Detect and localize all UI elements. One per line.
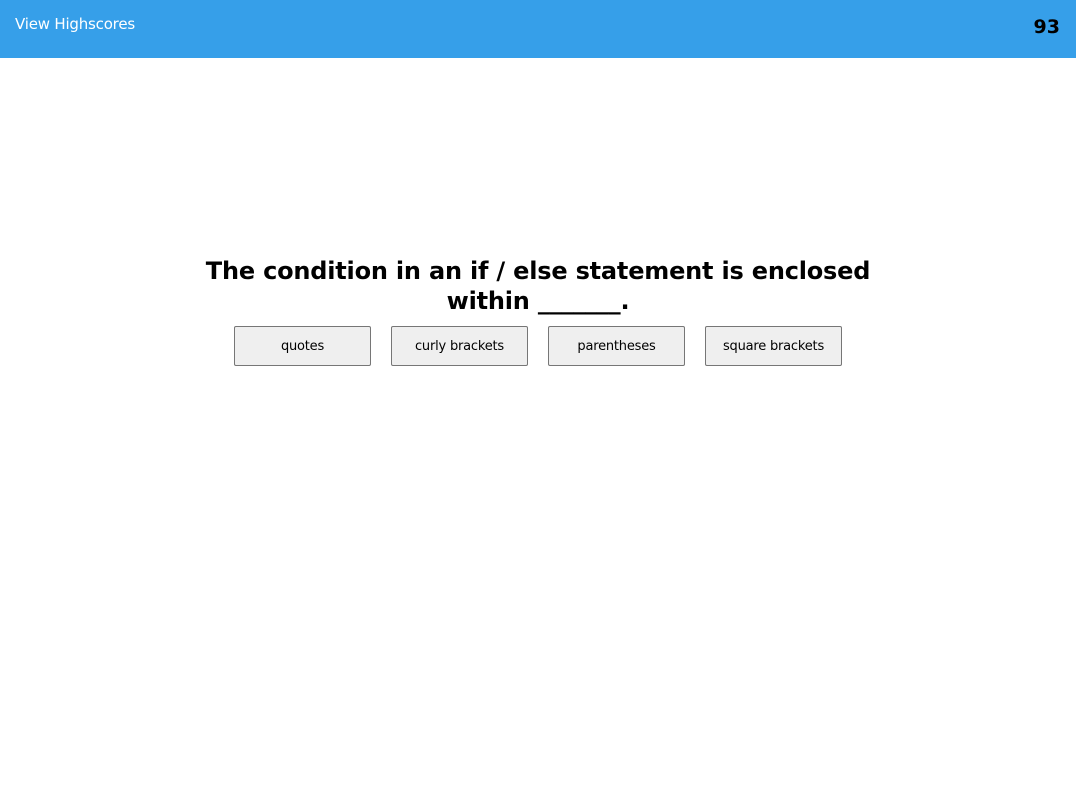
- answer-button-parentheses[interactable]: parentheses: [548, 326, 685, 366]
- view-highscores-link[interactable]: View Highscores: [15, 15, 135, 33]
- answer-button-curly-brackets[interactable]: curly brackets: [391, 326, 528, 366]
- top-bar: View Highscores 93: [0, 0, 1076, 58]
- question-container: The condition in an if / else statement …: [188, 256, 888, 316]
- answer-button-square-brackets[interactable]: square brackets: [705, 326, 842, 366]
- question-text: The condition in an if / else statement …: [205, 257, 871, 315]
- answer-button-quotes[interactable]: quotes: [234, 326, 371, 366]
- timer-countdown: 93: [1033, 16, 1060, 38]
- answer-choices: quotes curly brackets parentheses square…: [234, 326, 842, 366]
